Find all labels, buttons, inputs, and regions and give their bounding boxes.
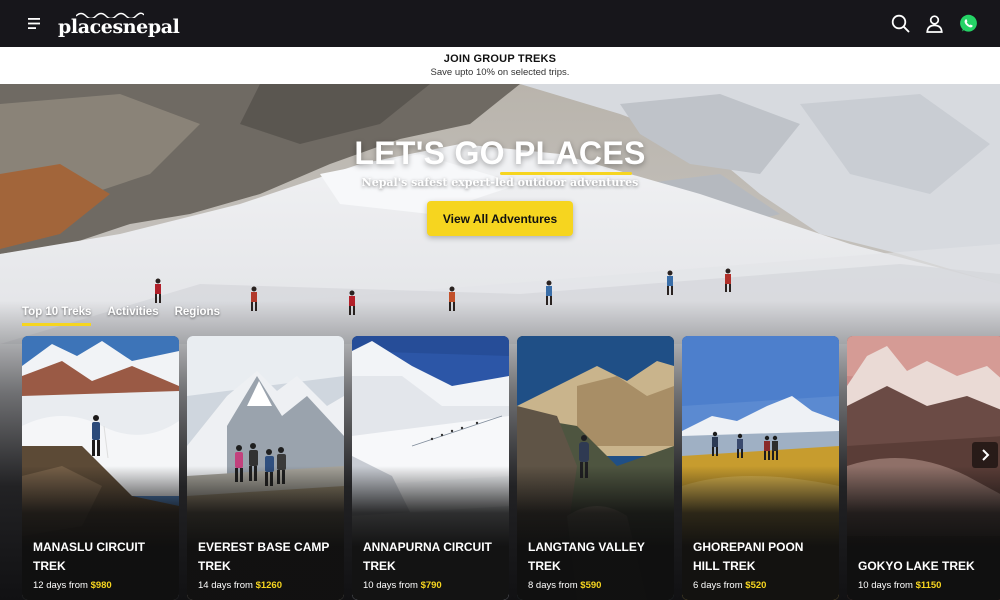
- trek-card-manaslu[interactable]: MANASLU CIRCUIT TREK 12 days from $980: [22, 336, 179, 600]
- chevron-right-icon: [982, 449, 990, 461]
- category-tabs: Top 10 Treks Activities Regions: [22, 306, 220, 326]
- search-icon[interactable]: [890, 14, 910, 34]
- trek-card-everest[interactable]: EVEREST BASE CAMP TREK 14 days from $126…: [187, 336, 344, 600]
- trek-card-annapurna[interactable]: ANNAPURNA CIRCUIT TREK 10 days from $790: [352, 336, 509, 600]
- promo-subtitle: Save upto 10% on selected trips.: [430, 66, 570, 78]
- card-title: GHOREPANI POON HILL TREK: [693, 540, 804, 573]
- whatsapp-icon[interactable]: [958, 14, 978, 34]
- card-meta: 10 days from $790: [363, 580, 442, 591]
- card-meta: 14 days from $1260: [198, 580, 282, 591]
- card-meta: 10 days from $1150: [858, 580, 942, 591]
- tab-activities[interactable]: Activities: [107, 306, 158, 326]
- tab-top-10-treks[interactable]: Top 10 Treks: [22, 306, 92, 326]
- trek-card-gokyo[interactable]: GOKYO LAKE TREK 10 days from $1150: [847, 336, 1000, 600]
- card-price: $590: [580, 580, 602, 591]
- card-price: $790: [420, 580, 442, 591]
- tab-regions[interactable]: Regions: [175, 306, 220, 326]
- trek-card-langtang[interactable]: LANGTANG VALLEY TREK 8 days from $590: [517, 336, 674, 600]
- card-meta: 12 days from $980: [33, 580, 112, 591]
- user-icon[interactable]: [924, 14, 944, 34]
- card-meta: 6 days from $520: [693, 580, 767, 591]
- card-title: ANNAPURNA CIRCUIT TREK: [363, 540, 492, 573]
- logo-text: placesnepal: [58, 16, 180, 38]
- trek-card-carousel: MANASLU CIRCUIT TREK 12 days from $980 E…: [22, 336, 1000, 600]
- carousel-next-button[interactable]: [972, 442, 998, 468]
- top-navbar: placesnepal: [0, 0, 1000, 47]
- brand-logo[interactable]: placesnepal: [58, 11, 180, 38]
- card-price: $1260: [255, 580, 282, 591]
- card-price: $1150: [915, 580, 942, 591]
- hero-subtitle: Nepal's safest expert-led outdoor advent…: [361, 176, 639, 189]
- card-title: GOKYO LAKE TREK: [858, 559, 975, 573]
- promo-title: JOIN GROUP TREKS: [443, 52, 557, 65]
- card-price: $520: [745, 580, 767, 591]
- card-title: MANASLU CIRCUIT TREK: [33, 540, 145, 573]
- menu-icon[interactable]: [22, 11, 48, 37]
- card-title: EVEREST BASE CAMP TREK: [198, 540, 330, 573]
- card-meta: 8 days from $590: [528, 580, 602, 591]
- title-underline: [500, 172, 633, 175]
- promo-bar[interactable]: JOIN GROUP TREKS Save upto 10% on select…: [0, 47, 1000, 84]
- trek-card-ghorepani[interactable]: GHOREPANI POON HILL TREK 6 days from $52…: [682, 336, 839, 600]
- view-all-adventures-button[interactable]: View All Adventures: [427, 201, 573, 236]
- hero-section: LET'S GO PLACES Nepal's safest expert-le…: [0, 84, 1000, 600]
- card-price: $980: [90, 580, 112, 591]
- card-title: LANGTANG VALLEY TREK: [528, 540, 645, 573]
- hero-title: LET'S GO PLACES: [354, 135, 645, 175]
